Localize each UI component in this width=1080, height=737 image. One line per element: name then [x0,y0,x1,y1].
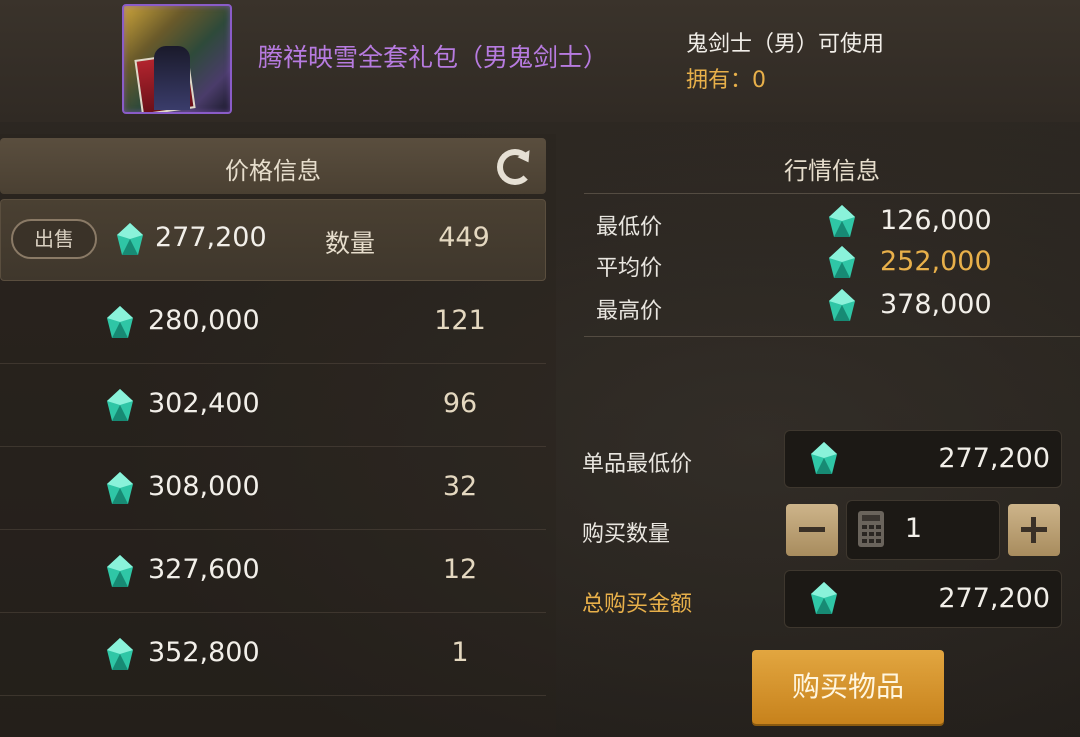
buy-item-button[interactable]: 购买物品 [752,650,944,724]
lowest-price-value: 126,000 [880,205,992,236]
row-quantity: 449 [438,222,490,253]
quantity-header: 数量 [325,229,376,258]
average-price-label: 平均价 [596,256,663,281]
row-price: 302,400 [148,388,260,419]
item-name: 腾祥映雪全套礼包（男鬼剑士） [258,43,609,72]
quantity-label: 购买数量 [582,522,671,547]
minus-icon [799,527,825,532]
price-row[interactable]: 280,000 121 [0,282,546,364]
row-price: 308,000 [148,471,260,502]
owned-count: 拥有：0 [686,68,766,93]
row-price: 280,000 [148,305,260,336]
price-row[interactable]: 308,000 32 [0,448,546,530]
gem-icon [811,582,837,614]
average-price-value: 252,000 [880,246,992,277]
figure-art [154,46,190,110]
price-row[interactable]: 352,800 1 [0,614,546,696]
usable-by: 鬼剑士（男）可使用 [686,32,885,57]
unit-min-price-value: 277,200 [938,443,1050,474]
item-header: 腾祥映雪全套礼包（男鬼剑士） 鬼剑士（男）可使用 拥有：0 [0,0,1080,122]
unit-min-price-label: 单品最低价 [582,452,693,477]
gem-icon [107,638,133,670]
highest-price-value: 378,000 [880,289,992,320]
gem-icon [107,389,133,421]
refresh-icon[interactable] [497,149,533,185]
row-price: 277,200 [155,222,267,253]
lowest-price-label: 最低价 [596,215,663,240]
decrease-quantity-button[interactable] [786,504,838,556]
total-amount-value: 277,200 [938,583,1050,614]
gem-icon [829,289,855,321]
gem-icon [107,555,133,587]
market-divider-top [584,193,1080,194]
gem-icon [811,442,837,474]
price-row[interactable]: 327,600 12 [0,531,546,613]
market-divider-bottom [584,336,1080,337]
price-row[interactable]: 302,400 96 [0,365,546,447]
row-quantity: 96 [442,388,478,419]
gem-icon [117,223,143,255]
price-panel-title: 价格信息 [225,157,321,185]
item-icon [122,4,232,114]
gem-icon [829,205,855,237]
increase-quantity-button[interactable] [1008,504,1060,556]
row-price: 352,800 [148,637,260,668]
row-quantity: 32 [442,471,478,502]
gem-icon [107,306,133,338]
row-price: 327,600 [148,554,260,585]
gem-icon [107,472,133,504]
row-quantity: 121 [434,305,486,336]
market-panel-title: 行情信息 [784,157,880,185]
total-amount-label: 总购买金额 [582,592,693,617]
plus-icon-vertical [1031,517,1036,543]
row-quantity: 1 [451,637,469,668]
quantity-value[interactable]: 1 [880,513,922,544]
row-quantity: 12 [442,554,478,585]
sell-button[interactable]: 出售 [11,219,97,259]
price-row[interactable]: 出售 277,200 数量 449 [0,199,546,281]
highest-price-label: 最高价 [596,299,663,324]
gem-icon [829,246,855,278]
